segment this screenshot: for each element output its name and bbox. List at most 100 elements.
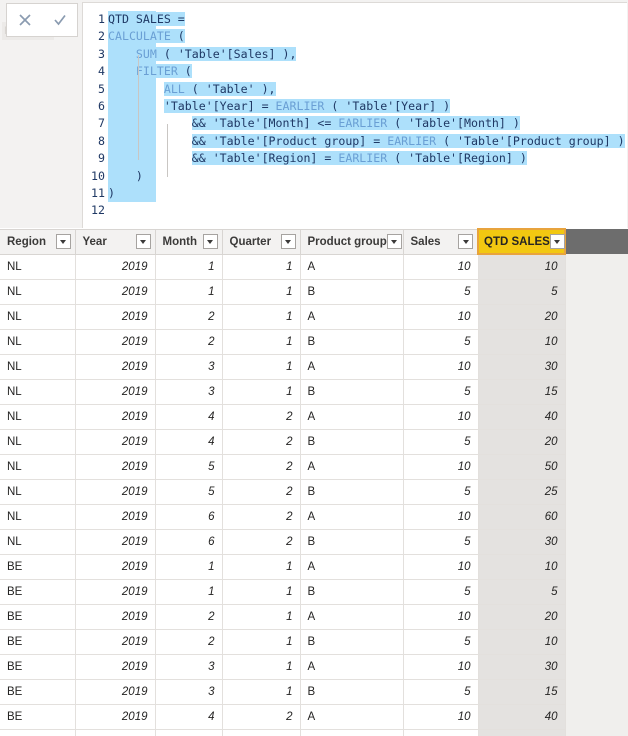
table-cell[interactable]: 2019 — [75, 304, 156, 330]
table-cell[interactable]: NL — [0, 279, 76, 305]
table-cell[interactable]: 5 — [403, 479, 479, 505]
chevron-down-icon[interactable] — [458, 234, 473, 249]
table-cell[interactable]: B — [300, 579, 404, 605]
column-header-sales[interactable]: Sales — [403, 228, 479, 255]
table-cell[interactable]: 1 — [155, 579, 223, 605]
table-cell[interactable]: 2019 — [75, 729, 156, 736]
table-cell[interactable]: 5 — [403, 279, 479, 305]
table-row[interactable]: NL 2019 5 2 A 10 50 — [0, 454, 628, 480]
table-cell[interactable]: 10 — [478, 629, 566, 655]
table-cell[interactable]: 40 — [478, 704, 566, 730]
table-cell[interactable]: 50 — [478, 454, 566, 480]
table-cell[interactable]: NL — [0, 479, 76, 505]
table-cell[interactable]: B — [300, 379, 404, 405]
table-cell[interactable]: 2019 — [75, 554, 156, 580]
table-cell[interactable]: 3 — [155, 679, 223, 705]
table-cell[interactable]: 10 — [478, 329, 566, 355]
table-cell[interactable]: 2 — [222, 454, 301, 480]
table-cell[interactable]: A — [300, 454, 404, 480]
table-cell[interactable]: 5 — [478, 279, 566, 305]
table-cell[interactable]: NL — [0, 329, 76, 355]
table-cell[interactable]: BE — [0, 704, 76, 730]
table-cell[interactable]: A — [300, 404, 404, 430]
table-cell[interactable]: 10 — [478, 254, 566, 280]
table-row[interactable]: NL 2019 6 2 B 5 30 — [0, 529, 628, 555]
table-cell[interactable]: A — [300, 504, 404, 530]
table-cell[interactable]: A — [300, 354, 404, 380]
table-cell[interactable]: B — [300, 429, 404, 455]
table-cell[interactable]: 2 — [222, 529, 301, 555]
table-cell[interactable]: 2 — [222, 479, 301, 505]
table-cell[interactable]: 10 — [403, 504, 479, 530]
table-cell[interactable]: 1 — [222, 279, 301, 305]
column-header-quarter[interactable]: Quarter — [222, 228, 301, 255]
table-cell[interactable]: 1 — [222, 654, 301, 680]
table-cell[interactable]: 20 — [478, 429, 566, 455]
table-cell[interactable]: 1 — [155, 554, 223, 580]
table-cell[interactable]: 60 — [478, 504, 566, 530]
dax-formula-editor[interactable]: 1 QTD SALES = 2 CALCULATE (3 SUM ( 'Table'[… — [82, 2, 627, 228]
table-cell[interactable]: NL — [0, 304, 76, 330]
table-cell[interactable]: 5 — [403, 529, 479, 555]
table-cell[interactable]: 5 — [155, 479, 223, 505]
table-row[interactable]: NL 2019 5 2 B 5 25 — [0, 479, 628, 505]
table-cell[interactable]: NL — [0, 254, 76, 280]
table-row[interactable]: NL 2019 3 1 A 10 30 — [0, 354, 628, 380]
table-cell[interactable]: B — [300, 329, 404, 355]
table-cell[interactable]: 3 — [155, 654, 223, 680]
table-cell[interactable]: 2019 — [75, 454, 156, 480]
table-row[interactable]: NL 2019 2 1 A 10 20 — [0, 304, 628, 330]
column-header-region[interactable]: Region — [0, 228, 76, 255]
chevron-down-icon[interactable] — [135, 234, 151, 249]
table-cell[interactable]: 20 — [478, 604, 566, 630]
table-cell[interactable]: B — [300, 529, 404, 555]
table-cell[interactable]: 6 — [155, 529, 223, 555]
table-cell[interactable]: 2019 — [75, 704, 156, 730]
table-cell[interactable]: 1 — [222, 679, 301, 705]
table-cell[interactable]: 1 — [222, 554, 301, 580]
table-cell[interactable]: 30 — [478, 529, 566, 555]
table-row[interactable]: BE 2019 1 1 B 5 5 — [0, 579, 628, 605]
table-cell[interactable]: 2019 — [75, 654, 156, 680]
chevron-down-icon[interactable] — [202, 234, 218, 249]
table-cell[interactable]: 1 — [222, 304, 301, 330]
table-cell[interactable]: 5 — [403, 579, 479, 605]
table-cell[interactable]: BE — [0, 554, 76, 580]
table-cell[interactable]: 2 — [222, 729, 301, 736]
table-cell[interactable]: 2019 — [75, 254, 156, 280]
table-cell[interactable]: BE — [0, 604, 76, 630]
table-cell[interactable]: A — [300, 704, 404, 730]
table-cell[interactable]: 2 — [155, 304, 223, 330]
table-row[interactable]: NL 2019 4 2 A 10 40 — [0, 404, 628, 430]
table-cell[interactable]: 4 — [155, 404, 223, 430]
table-cell[interactable]: 10 — [403, 254, 479, 280]
table-cell[interactable]: 10 — [403, 354, 479, 380]
table-cell[interactable]: NL — [0, 529, 76, 555]
table-cell[interactable]: 4 — [155, 429, 223, 455]
table-cell[interactable]: BE — [0, 629, 76, 655]
table-cell[interactable]: 2019 — [75, 329, 156, 355]
table-cell[interactable]: NL — [0, 404, 76, 430]
table-cell[interactable]: 1 — [155, 254, 223, 280]
chevron-down-icon[interactable] — [55, 234, 71, 249]
data-preview-grid[interactable]: Region Year Month Quarter Product group Sales… — [0, 228, 628, 736]
table-cell[interactable]: 5 — [478, 579, 566, 605]
table-cell[interactable]: 1 — [222, 604, 301, 630]
table-row[interactable]: NL 2019 4 2 B 5 20 — [0, 429, 628, 455]
table-row[interactable]: NL 2019 6 2 A 10 60 — [0, 504, 628, 530]
table-row[interactable]: BE 2019 2 1 A 10 20 — [0, 604, 628, 630]
table-cell[interactable]: NL — [0, 504, 76, 530]
table-cell[interactable]: 4 — [155, 729, 223, 736]
table-cell[interactable]: 10 — [403, 654, 479, 680]
table-cell[interactable]: 5 — [403, 329, 479, 355]
chevron-down-icon[interactable] — [386, 234, 402, 249]
table-cell[interactable]: B — [300, 479, 404, 505]
table-cell[interactable]: A — [300, 254, 404, 280]
table-cell[interactable]: 3 — [155, 354, 223, 380]
table-cell[interactable]: 2019 — [75, 679, 156, 705]
table-row[interactable]: BE201942B520 — [0, 729, 628, 736]
table-cell[interactable]: 2019 — [75, 404, 156, 430]
table-cell[interactable]: 2019 — [75, 579, 156, 605]
table-cell[interactable]: BE — [0, 729, 76, 736]
table-row[interactable]: BE 2019 1 1 A 10 10 — [0, 554, 628, 580]
